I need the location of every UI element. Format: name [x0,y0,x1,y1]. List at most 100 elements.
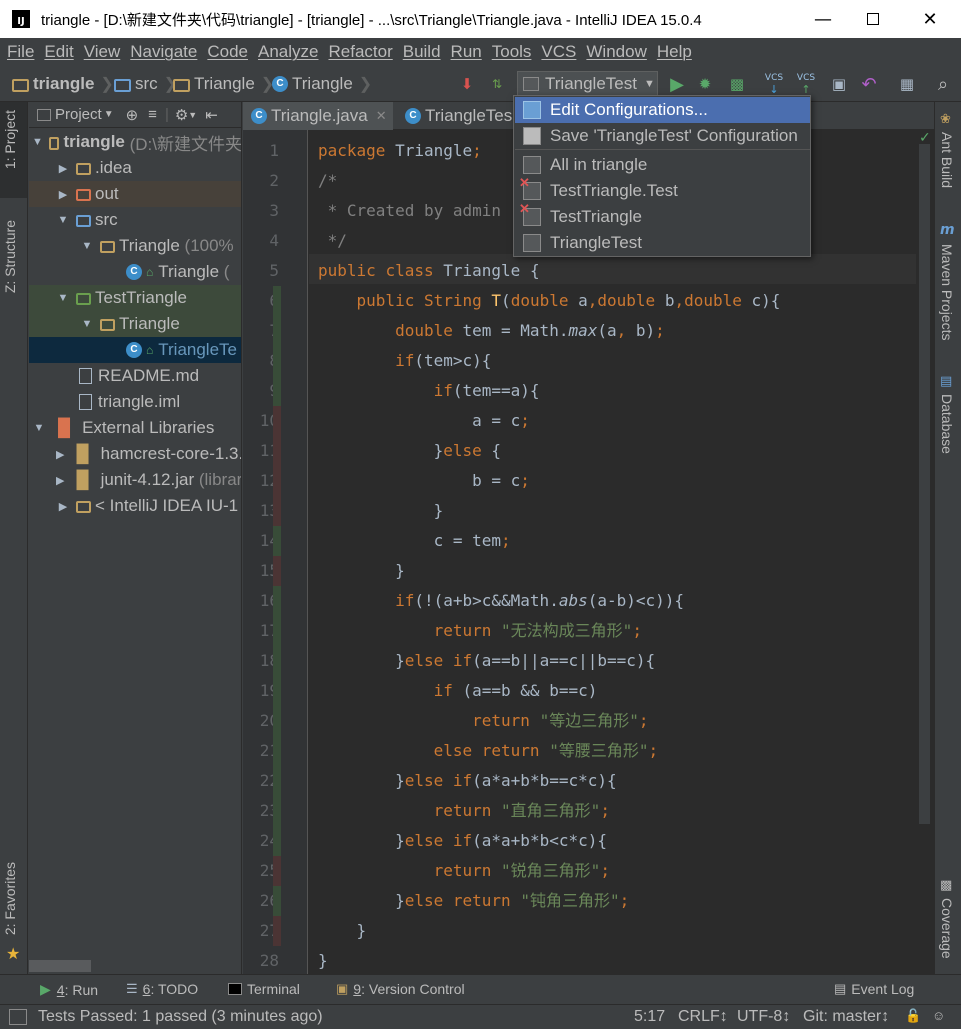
tool-window-toggle-icon[interactable] [9,1009,27,1025]
code-line[interactable]: } [318,496,444,526]
run-with-coverage-icon[interactable]: ▩ [726,73,748,95]
inspector-icon[interactable]: ☺ [932,1008,945,1023]
code-line[interactable]: }else return "钝角三角形"; [318,886,629,916]
code-line[interactable]: if (a==b && b==c) [318,676,598,706]
debug-icon[interactable]: ✹ [694,73,716,95]
tree-item-test-package[interactable]: ▼ Triangle [29,311,241,337]
lock-icon[interactable]: 🔓 [905,1008,921,1024]
vcs-history-icon[interactable]: ▣ [828,73,850,95]
run-configuration-dropdown[interactable]: TriangleTest ▼ [517,71,658,96]
menu-analyze[interactable]: Analyze [253,42,323,62]
tree-item-junit[interactable]: ▶ ▐▌ junit-4.12.jar (librar [29,467,241,493]
minimize-button[interactable]: — [796,0,850,38]
menu-view[interactable]: View [79,42,126,62]
code-line[interactable]: return "无法构成三角形"; [318,616,642,646]
ant-build-tool-tab[interactable]: Ant Build [939,132,955,188]
breadcrumb-package[interactable]: Triangle ❯ [173,72,274,96]
status-message[interactable]: Tests Passed: 1 passed (3 minutes ago) [38,1008,323,1026]
vcs-commit-icon[interactable]: VCS ↑ [795,73,817,96]
project-tool-tab[interactable]: 1: Project [2,110,18,169]
popup-item-edit-configurations[interactable]: Edit Configurations... [515,97,810,123]
terminal-tool-tab[interactable]: Terminal [228,981,300,997]
code-line[interactable]: } [318,556,405,586]
tree-item-triangletest[interactable]: C ⌂ TriangleTe [29,337,241,363]
code-line[interactable]: }else if(a*a+b*b==c*c){ [318,766,617,796]
popup-item-save-configuration[interactable]: Save 'TriangleTest' Configuration [515,123,810,149]
git-branch[interactable]: Git: master↕ [803,1008,889,1026]
popup-item-testtriangle[interactable]: ✕ TestTriangle [515,201,810,230]
hide-panel-icon[interactable]: ⇤ [205,106,218,124]
breadcrumb-project[interactable]: triangle ❯ [12,72,114,96]
tree-item-hamcrest[interactable]: ▶ ▐▌ hamcrest-core-1.3. [29,441,241,467]
run-tool-tab[interactable]: ▶ 4: Run [40,981,98,998]
code-line[interactable]: public String T(double a,double b,double… [318,286,781,316]
event-log-tool-tab[interactable]: ▤ Event Log [834,981,914,997]
tree-item-jdk[interactable]: ▶ < IntelliJ IDEA IU-1 [29,493,241,519]
tree-item-package-triangle[interactable]: ▼ Triangle (100% [29,233,241,259]
tab-triangle-java[interactable]: C Triangle.java ✕ [243,102,393,130]
menu-build[interactable]: Build [398,42,446,62]
search-everywhere-icon[interactable]: ⌕ [932,73,954,95]
code-line[interactable]: b = c; [318,466,530,496]
version-control-tool-tab[interactable]: ▣ 9: Version Control [336,981,465,997]
menu-help[interactable]: Help [652,42,697,62]
tree-item-readme[interactable]: README.md [29,363,241,389]
database-tool-tab[interactable]: Database [939,394,955,454]
code-line[interactable]: */ [318,226,347,256]
menu-edit[interactable]: Edit [39,42,78,62]
vcs-update-icon[interactable]: VCS ↓ [763,73,785,96]
collapse-icon[interactable]: ≡ [148,106,157,123]
popup-item-triangletest[interactable]: TriangleTest [515,230,810,256]
code-line[interactable]: }else if(a==b||a==c||b==c){ [318,646,655,676]
chevron-down-icon[interactable]: ▼ [104,109,114,120]
menu-run[interactable]: Run [446,42,487,62]
gear-icon[interactable]: ⚙ [175,106,188,124]
run-icon[interactable]: ▶ [666,73,688,95]
code-line[interactable]: a = c; [318,406,530,436]
tree-item-project-root[interactable]: ▼ triangle (D:\新建文件夹 [29,129,241,155]
tree-item-class-triangle[interactable]: C ⌂ Triangle ( [29,259,241,285]
menu-navigate[interactable]: Navigate [125,42,202,62]
code-line[interactable]: c = tem; [318,526,511,556]
menu-tools[interactable]: Tools [487,42,537,62]
code-line[interactable]: } [318,916,367,946]
code-line[interactable]: if(tem>c){ [318,346,491,376]
vertical-scrollbar[interactable]: ✓ [916,130,934,974]
breadcrumb-src[interactable]: src ❯ [114,72,177,96]
favorites-tool-tab[interactable]: 2: Favorites [2,862,18,935]
code-line[interactable]: * Created by admin [318,196,501,226]
code-line[interactable]: } [318,946,328,974]
code-line[interactable]: return "锐角三角形"; [318,856,610,886]
download-icon[interactable]: ⬇ [456,73,478,95]
menu-vcs[interactable]: VCS [536,42,581,62]
tree-item-src[interactable]: ▼ src [29,207,241,233]
tab-triangletest[interactable]: C TriangleTes [397,102,517,130]
code-line[interactable]: }else if(a*a+b*b<c*c){ [318,826,607,856]
line-separator[interactable]: CRLF↕ [678,1008,728,1026]
locate-icon[interactable]: ⊕ [126,106,139,124]
tree-item-out[interactable]: ▶ out [29,181,241,207]
code-line[interactable]: public class Triangle { [318,256,540,286]
breadcrumb-class[interactable]: C Triangle ❯ [272,72,372,96]
menu-file[interactable]: File [2,42,39,62]
tree-item-external-libraries[interactable]: ▼ ▐▌ External Libraries [29,415,241,441]
menu-code[interactable]: Code [202,42,253,62]
popup-item-testtriangle-test[interactable]: ✕ TestTriangle.Test [515,175,810,204]
horizontal-scrollbar[interactable] [29,960,91,972]
code-line[interactable]: else return "等腰三角形"; [318,736,659,766]
code-line[interactable]: /* [318,166,337,196]
sort-icon[interactable]: ⇅ [486,73,508,95]
code-line[interactable]: if(!(a+b>c&&Math.abs(a-b)<c)){ [318,586,684,616]
caret-position[interactable]: 5:17 [634,1008,665,1026]
code-line[interactable]: }else { [318,436,501,466]
maven-projects-tool-tab[interactable]: Maven Projects [939,244,955,340]
todo-tool-tab[interactable]: ☰ 6: TODO [126,981,198,997]
tree-item-testtriangle[interactable]: ▼ TestTriangle [29,285,241,311]
close-icon[interactable]: ✕ [376,108,387,124]
code-line[interactable]: return "等边三角形"; [318,706,648,736]
chevron-down-icon[interactable]: ▼ [188,110,197,120]
project-structure-icon[interactable]: ▦ [896,73,918,95]
code-line[interactable]: if(tem==a){ [318,376,540,406]
tree-item-idea[interactable]: ▶ .idea [29,155,241,181]
project-view-label[interactable]: Project [55,106,102,123]
